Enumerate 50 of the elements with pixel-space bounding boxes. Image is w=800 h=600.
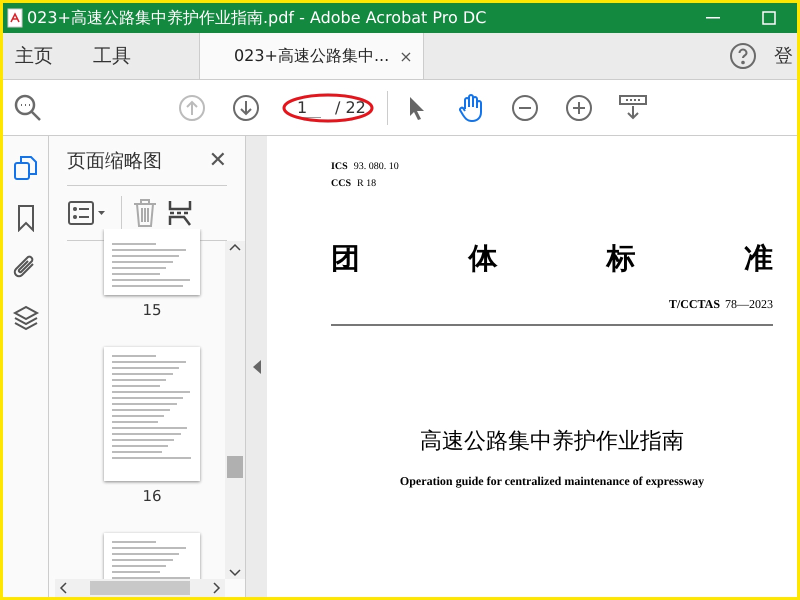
- document-subtitle: Operation guide for centralized maintenance of expressway: [398, 474, 706, 489]
- standard-prefix: T/CCTAS: [668, 297, 720, 312]
- keyboard-download-icon[interactable]: [618, 94, 648, 122]
- document-tab-label: 023+高速公路集中...: [234, 46, 390, 66]
- search-icon[interactable]: [13, 92, 43, 122]
- document-title: 高速公路集中养护作业指南: [419, 428, 685, 456]
- bookmark-icon: [16, 204, 36, 232]
- standard-code: 78—2023: [725, 297, 773, 312]
- previous-page-icon: [178, 94, 206, 122]
- scrollbar-thumb[interactable]: [227, 456, 243, 478]
- help-icon: [729, 42, 757, 70]
- layers-icon: [12, 304, 40, 332]
- pointer-icon[interactable]: [407, 94, 427, 120]
- scroll-left-icon[interactable]: [59, 582, 67, 594]
- zoom-out-icon: [511, 94, 539, 122]
- page-thumbnail[interactable]: [104, 229, 200, 295]
- close-icon[interactable]: ✕: [208, 148, 227, 173]
- classification-code: 93. 080. 10: [354, 161, 399, 172]
- hand-icon[interactable]: [457, 92, 485, 122]
- nav-tab[interactable]: 工具: [87, 33, 137, 79]
- collapse-panel-icon[interactable]: [252, 360, 260, 374]
- scrollbar-thumb[interactable]: [90, 581, 190, 595]
- classification-label: ICS: [331, 161, 348, 172]
- scroll-right-icon[interactable]: [213, 582, 221, 594]
- pdf-file-icon: [7, 8, 23, 28]
- heading-character: 体: [468, 240, 498, 277]
- close-icon[interactable]: ×: [399, 46, 413, 66]
- page-number-field[interactable]: 1: [295, 98, 321, 118]
- zoom-in-icon: [565, 94, 593, 122]
- classification-code: R 18: [357, 178, 376, 189]
- page-number-label: 15: [142, 301, 162, 319]
- sign-in-link[interactable]: 登: [760, 33, 797, 79]
- next-page-icon: [232, 94, 260, 122]
- maximize-icon[interactable]: [762, 11, 776, 25]
- heading-character: 标: [606, 240, 636, 277]
- heading-character: 团: [331, 240, 360, 277]
- split-page-icon[interactable]: [168, 199, 192, 227]
- page-total: / 22: [335, 98, 366, 117]
- document-tab[interactable]: 023+高速公路集中... ×: [199, 33, 424, 79]
- nav-tab[interactable]: 主页: [9, 33, 59, 79]
- scroll-up-icon[interactable]: [229, 243, 241, 251]
- panel-title: 页面缩略图: [67, 148, 162, 174]
- page-number-label: 16: [142, 487, 162, 505]
- minimize-icon[interactable]: [706, 17, 720, 19]
- page-thumbnail[interactable]: [104, 347, 200, 481]
- classification-label: CCS: [331, 178, 352, 189]
- pages-icon: [12, 154, 38, 182]
- window-title: 023+高速公路集中养护作业指南.pdf - Adobe Acrobat Pro DC: [27, 8, 488, 28]
- heading-character: 准: [744, 240, 773, 277]
- scroll-down-icon[interactable]: [229, 569, 241, 577]
